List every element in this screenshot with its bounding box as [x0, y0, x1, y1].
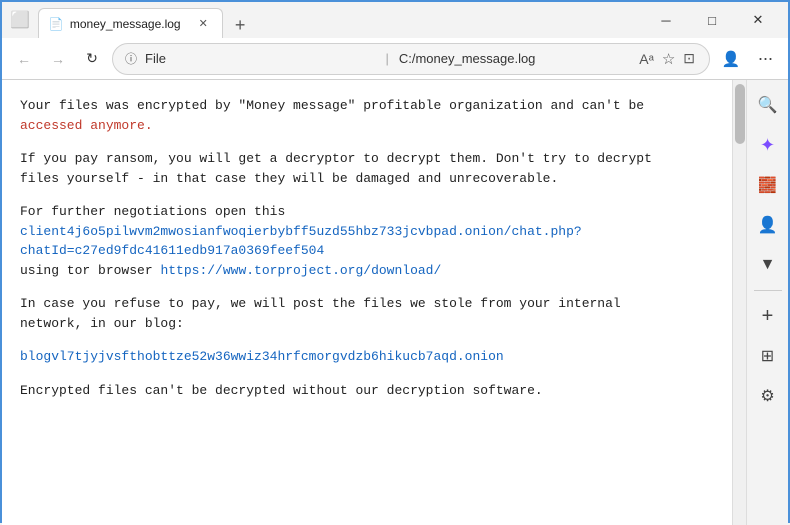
refresh-button[interactable]: ↻: [78, 45, 106, 73]
profile-icon[interactable]: 👤: [716, 44, 746, 74]
tab-title: money_message.log: [70, 17, 181, 31]
more-options-icon[interactable]: ···: [750, 44, 780, 74]
paragraph-3: For further negotiations open this clien…: [20, 202, 714, 280]
file-label: File: [145, 51, 375, 66]
close-button[interactable]: ✕: [736, 6, 780, 34]
line-7: chatId=c27ed9fdc41611edb917a0369feef504: [20, 243, 324, 258]
line-4: files yourself - in that case they will …: [20, 171, 558, 186]
read-aloud-icon[interactable]: Aᵃ: [637, 49, 656, 69]
sidebar-search-icon[interactable]: 🔍: [751, 88, 785, 122]
title-bar: ⬜ 📄 money_message.log ✕ + ─ □ ✕: [2, 2, 788, 38]
tab-file-icon: 📄: [49, 17, 64, 31]
minimize-button[interactable]: ─: [644, 6, 688, 34]
info-icon: ⓘ: [125, 50, 137, 67]
forward-button[interactable]: →: [44, 45, 72, 73]
tor-link[interactable]: https://www.torproject.org/download/: [160, 263, 441, 278]
sidebar-grid-icon[interactable]: ⊞: [751, 339, 785, 373]
sidebar-copilot-icon[interactable]: ✦: [751, 128, 785, 162]
scroll-thumb[interactable]: [735, 84, 745, 144]
scrollbar[interactable]: [732, 80, 746, 525]
favorites-star-icon[interactable]: ☆: [660, 48, 677, 70]
paragraph-1: Your files was encrypted by "Money messa…: [20, 96, 714, 135]
tab-area: 📄 money_message.log ✕ +: [38, 2, 640, 38]
url-bar[interactable]: ⓘ File | C:/money_message.log Aᵃ ☆ ⊡: [112, 43, 710, 75]
sidebar-expand-icon[interactable]: ▼: [751, 248, 785, 282]
browser-icon: ⬜: [10, 10, 30, 30]
line-8: using tor browser https://www.torproject…: [20, 263, 441, 278]
line-5: For further negotiations open this: [20, 204, 285, 219]
main-area: Your files was encrypted by "Money messa…: [2, 80, 788, 525]
sidebar-wallet-icon[interactable]: 🧱: [751, 168, 785, 202]
line-2: accessed anymore.: [20, 118, 153, 133]
address-separator: |: [385, 51, 388, 66]
line-9: In case you refuse to pay, we will post …: [20, 296, 621, 311]
paragraph-4: In case you refuse to pay, we will post …: [20, 294, 714, 333]
line-12: Encrypted files can't be decrypted witho…: [20, 383, 543, 398]
window-controls: ─ □ ✕: [644, 6, 780, 34]
sidebar-add-icon[interactable]: +: [751, 299, 785, 333]
toolbar-icons: 👤 ···: [716, 44, 780, 74]
sidebar-profile-icon[interactable]: 👤: [751, 208, 785, 242]
maximize-button[interactable]: □: [690, 6, 734, 34]
line-6: client4j6o5pilwvm2mwosianfwoqierbybff5uz…: [20, 224, 582, 239]
line-3: If you pay ransom, you will get a decryp…: [20, 151, 652, 166]
url-text: C:/money_message.log: [399, 51, 629, 66]
paragraph-2: If you pay ransom, you will get a decryp…: [20, 149, 714, 188]
line-10: network, in our blog:: [20, 316, 184, 331]
paragraph-5: blogvl7tjyjvsfthobttze52w36wwiz34hrfcmor…: [20, 347, 714, 367]
active-tab[interactable]: 📄 money_message.log ✕: [38, 8, 223, 38]
file-content: Your files was encrypted by "Money messa…: [2, 80, 732, 525]
sidebar-divider: [754, 290, 782, 291]
address-bar: ← → ↻ ⓘ File | C:/money_message.log Aᵃ ☆…: [2, 38, 788, 80]
new-tab-button[interactable]: +: [227, 13, 254, 38]
back-button[interactable]: ←: [10, 45, 38, 73]
blog-link[interactable]: blogvl7tjyjvsfthobttze52w36wwiz34hrfcmor…: [20, 349, 504, 364]
right-panel: 🔍 ✦ 🧱 👤 ▼ + ⊞ ⚙: [746, 80, 788, 525]
collections-icon[interactable]: ⊡: [681, 48, 697, 69]
address-icons: Aᵃ ☆ ⊡: [637, 48, 697, 70]
sidebar-settings-icon[interactable]: ⚙: [751, 379, 785, 413]
paragraph-6: Encrypted files can't be decrypted witho…: [20, 381, 714, 401]
tab-close-button[interactable]: ✕: [195, 16, 212, 31]
line-1: Your files was encrypted by "Money messa…: [20, 98, 644, 113]
